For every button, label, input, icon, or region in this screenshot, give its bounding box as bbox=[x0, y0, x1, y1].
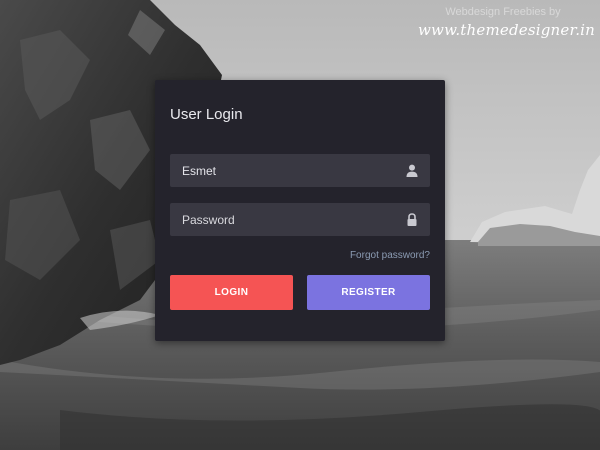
user-icon bbox=[406, 164, 418, 177]
credit-line: Webdesign Freebies by bbox=[445, 6, 561, 18]
password-field[interactable] bbox=[170, 203, 430, 236]
lock-icon bbox=[407, 213, 417, 226]
credit-watermark: Webdesign Freebies by www.themedesigner.… bbox=[418, 6, 596, 39]
username-input[interactable] bbox=[170, 154, 400, 187]
forgot-password-link[interactable]: Forgot password? bbox=[350, 250, 430, 261]
register-button[interactable]: REGISTER bbox=[307, 275, 430, 310]
password-input[interactable] bbox=[170, 203, 400, 236]
username-field[interactable] bbox=[170, 154, 430, 187]
login-button[interactable]: LOGIN bbox=[170, 275, 293, 310]
login-card: User Login Forgot password? LOGIN REGIST… bbox=[155, 80, 445, 341]
credit-site: www.themedesigner.in bbox=[418, 21, 596, 39]
login-title: User Login bbox=[170, 106, 243, 123]
